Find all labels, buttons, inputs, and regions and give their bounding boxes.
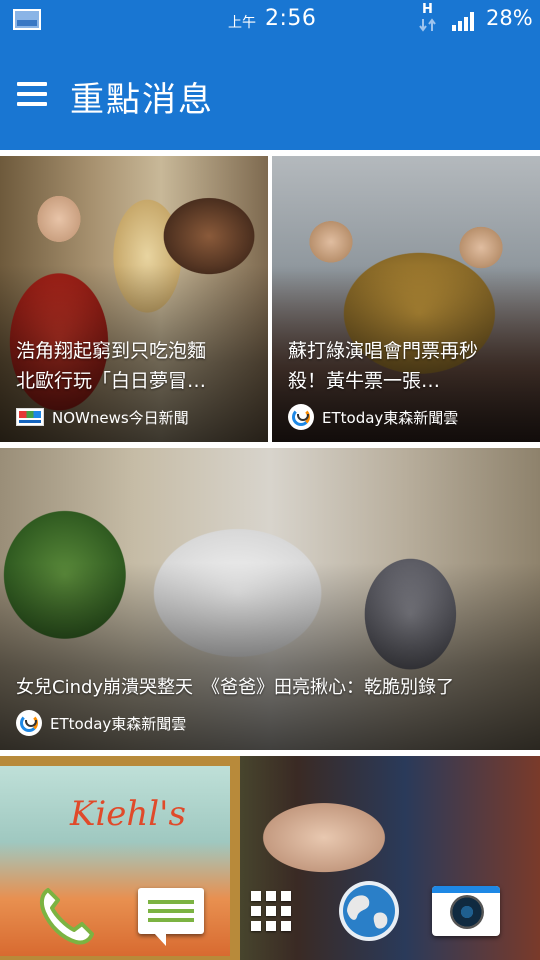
news-source: NOWnews今日新聞	[16, 406, 189, 428]
news-headline: 女兒Cindy崩潰哭整天 《爸爸》田亮揪心：乾脆別錄了	[16, 677, 455, 698]
camera-icon[interactable]	[432, 886, 502, 938]
nownews-logo-icon	[16, 408, 44, 426]
news-card-3[interactable]: 女兒Cindy崩潰哭整天 《爸爸》田亮揪心：乾脆別錄了 ETtoday東森新聞雲	[0, 448, 540, 750]
news-source: ETtoday東森新聞雲	[16, 710, 186, 736]
page-title: 重點消息	[70, 80, 214, 120]
app-bar: 重點消息	[0, 40, 540, 150]
phone-icon[interactable]	[32, 880, 102, 950]
news-card-1[interactable]: 浩角翔起窮到只吃泡麵 北歐行玩「白日夢冒… NOWnews今日新聞	[0, 156, 268, 442]
ettoday-logo-icon	[288, 404, 314, 430]
browser-globe-icon[interactable]	[336, 878, 402, 944]
news-source: ETtoday東森新聞雲	[288, 404, 458, 430]
battery-percentage: 28%	[486, 6, 533, 30]
messages-icon[interactable]	[138, 888, 208, 948]
ettoday-logo-icon	[16, 710, 42, 736]
network-type-label: H	[422, 2, 433, 17]
status-ampm: 上午	[228, 15, 256, 31]
news-headline: 蘇打綠演唱會門票再秒 殺！黃牛票一張…	[288, 340, 479, 392]
sign-text: Kiehl's	[70, 794, 186, 834]
hamburger-menu-icon[interactable]	[17, 80, 49, 108]
signal-strength-icon	[452, 12, 474, 31]
app-drawer-icon[interactable]	[248, 888, 294, 934]
news-card-2[interactable]: 蘇打綠演唱會門票再秒 殺！黃牛票一張… ETtoday東森新聞雲	[272, 156, 540, 442]
status-time: 2:56	[265, 6, 317, 31]
mobile-data-icon: H	[416, 2, 440, 36]
status-bar: 上午 2:56 H 28%	[0, 0, 540, 40]
news-headline: 浩角翔起窮到只吃泡麵 北歐行玩「白日夢冒…	[16, 340, 207, 392]
screenshot-notification-icon	[13, 9, 41, 30]
